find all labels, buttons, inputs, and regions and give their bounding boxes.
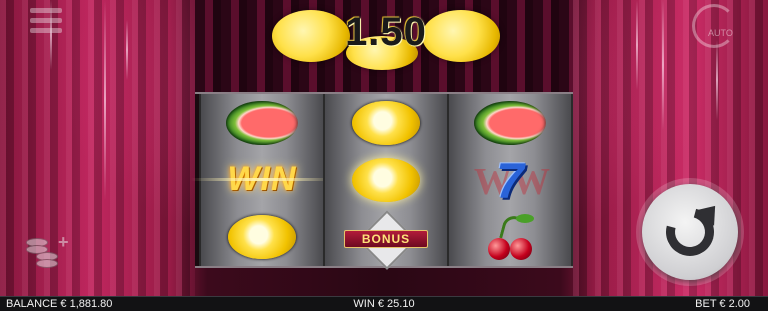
reel-cell: WIN [191, 151, 333, 208]
sparkle-light [636, 0, 638, 90]
watermelon-icon [474, 100, 546, 145]
game-stage: 1.50 WIN BONUS W W 7 AUTO + [0, 0, 768, 296]
lemon-icon [228, 214, 296, 259]
sparkle-light [104, 0, 106, 200]
reel-window: WIN BONUS W W 7 [191, 92, 573, 270]
cherry-leaf [516, 213, 534, 223]
spin-button[interactable] [642, 184, 738, 280]
cherries-icon [480, 212, 540, 260]
sparkle-light [126, 20, 128, 80]
bonus-label: BONUS [344, 229, 428, 248]
status-bar: BALANCE € 1,881.80 WIN € 25.10 BET € 2.0… [0, 296, 768, 311]
win-amount-display: 1.50 [272, 6, 500, 70]
reel-cell [449, 208, 571, 265]
autoplay-button[interactable] [692, 4, 736, 48]
lemon-icon [352, 100, 420, 145]
lemon-icon [352, 157, 420, 202]
plus-icon: + [58, 232, 69, 252]
reel-cell: BONUS [325, 208, 447, 270]
reel-3: W W 7 [447, 94, 573, 266]
sparkle-light [662, 0, 664, 130]
reel-2: BONUS [323, 94, 449, 270]
reel-1: WIN [191, 94, 333, 266]
reel-cell [201, 208, 323, 265]
sparkle-light [716, 40, 718, 120]
reel-cell [201, 94, 323, 151]
bet-display[interactable]: BET € 2.00 [695, 297, 750, 311]
autoplay-label: AUTO [708, 28, 733, 38]
reel-cell [449, 94, 571, 151]
watermelon-icon [226, 100, 298, 145]
reel-cell: W W 7 [449, 151, 571, 209]
menu-icon[interactable] [30, 8, 62, 34]
win-amount-value: 1.50 [345, 10, 427, 54]
cherry [488, 237, 510, 260]
reel-cell [325, 151, 447, 208]
seven-symbol: W W 7 [470, 153, 550, 209]
reel-cell [325, 94, 447, 151]
win-flare [191, 178, 333, 181]
coins-bet-icon[interactable]: + [26, 232, 72, 274]
seven-icon: 7 [496, 152, 524, 209]
bonus-symbol: BONUS [336, 209, 436, 270]
win-total-display: WIN € 25.10 [353, 298, 415, 310]
cherry [510, 237, 532, 260]
